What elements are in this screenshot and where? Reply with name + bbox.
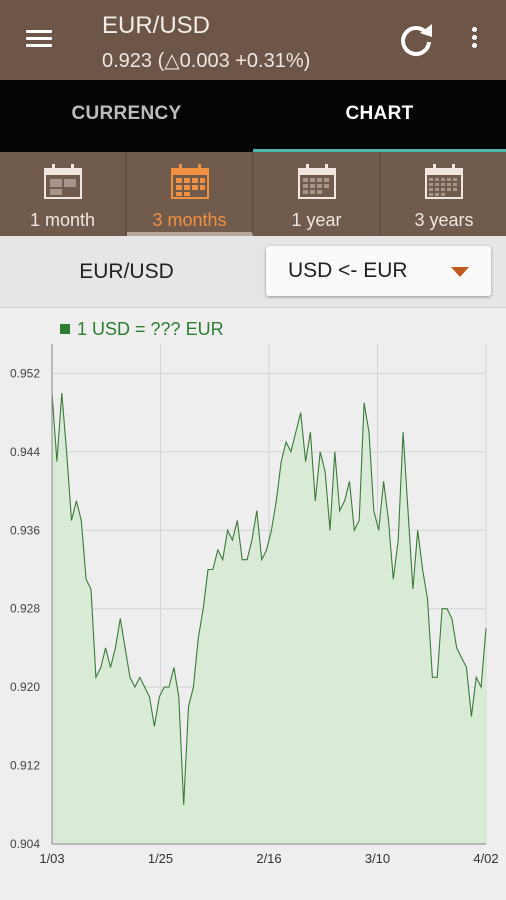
main-tabs: CURRENCY CHART — [0, 80, 506, 152]
app-toolbar: EUR/USD 0.923 (△0.003 +0.31%) — [0, 0, 506, 80]
calendar-icon — [425, 164, 463, 199]
tab-chart[interactable]: CHART — [253, 80, 506, 152]
dropdown-arrow-icon — [451, 267, 469, 277]
pair-selector-bar: EUR/USD USD <- EUR — [0, 236, 506, 308]
pair-label: EUR/USD — [79, 260, 174, 283]
direction-value: USD <- EUR — [288, 259, 408, 282]
calendar-icon — [171, 164, 209, 199]
range-3-months[interactable]: 3 months — [127, 152, 253, 236]
range-1-year[interactable]: 1 year — [254, 152, 380, 236]
y-tick-label: 0.936 — [10, 523, 40, 537]
legend-swatch — [60, 324, 70, 334]
x-tick-label: 1/25 — [148, 851, 173, 866]
more-options-icon[interactable] — [462, 24, 486, 56]
rate-chart: 0.952 0.944 0.936 0.928 0.920 0.912 0.904 1/03 1… — [0, 309, 506, 900]
range-label: 3 years — [414, 210, 474, 230]
y-tick-label: 0.952 — [10, 366, 40, 380]
tab-currency[interactable]: CURRENCY — [0, 80, 253, 152]
y-tick-label: 0.944 — [10, 445, 40, 459]
page-title: EUR/USD — [102, 12, 211, 39]
rate-summary: 0.923 (△0.003 +0.31%) — [102, 50, 311, 72]
legend-label: 1 USD = ??? EUR — [77, 319, 224, 339]
range-label: 1 month — [29, 210, 96, 230]
x-tick-label: 2/16 — [256, 851, 281, 866]
range-selector: 1 month 3 months 1 year 3 years — [0, 152, 506, 236]
calendar-icon — [44, 164, 82, 199]
range-1-month[interactable]: 1 month — [0, 152, 126, 236]
direction-dropdown[interactable]: USD <- EUR — [266, 246, 491, 296]
x-tick-label: 4/02 — [473, 851, 498, 866]
menu-icon[interactable] — [22, 26, 58, 54]
chart-svg: 0.952 0.944 0.936 0.928 0.920 0.912 0.9041/03 1… — [10, 344, 499, 866]
range-label: 3 months — [152, 210, 227, 230]
y-tick-label: 0.928 — [10, 602, 40, 616]
x-tick-label: 3/10 — [365, 851, 390, 866]
range-3-years[interactable]: 3 years — [381, 152, 506, 236]
y-tick-label: 0.920 — [10, 680, 40, 694]
chart-legend: 1 USD = ??? EUR — [60, 319, 224, 340]
refresh-icon[interactable] — [396, 20, 436, 60]
calendar-icon — [298, 164, 336, 199]
range-label: 1 year — [291, 210, 342, 230]
y-tick-label: 0.904 — [10, 837, 40, 851]
y-tick-label: 0.912 — [10, 759, 40, 773]
x-tick-label: 1/03 — [39, 851, 64, 866]
